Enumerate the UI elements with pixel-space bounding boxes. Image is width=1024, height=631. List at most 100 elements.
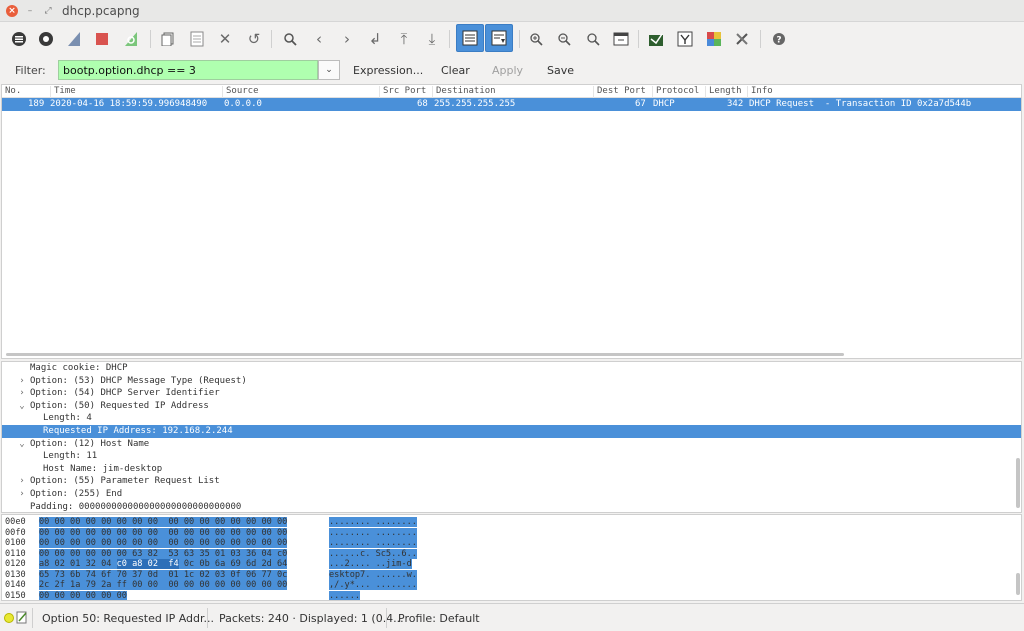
- display-filter-input[interactable]: bootp.option.dhcp == 3: [58, 60, 318, 80]
- hex-ascii: ...2.... ..jim-d: [329, 559, 412, 569]
- resize-columns-icon[interactable]: [608, 26, 634, 52]
- hex-ascii: ,/.y*... ........: [329, 580, 417, 590]
- packet-details-pane[interactable]: Magic cookie: DHCP › Option: (53) DHCP Mes…: [1, 361, 1022, 513]
- start-capture-icon[interactable]: [62, 26, 88, 52]
- details-vertical-scrollbar[interactable]: [1016, 458, 1020, 508]
- colorize-icon[interactable]: [456, 24, 484, 52]
- detail-tree-text: Option: (12) Host Name: [30, 438, 150, 449]
- edit-comment-icon[interactable]: [16, 610, 28, 627]
- hex-row[interactable]: 0110 00 00 00 00 00 00 63 82 53 63 35 01 …: [5, 548, 417, 559]
- go-forward-icon[interactable]: ›: [334, 26, 360, 52]
- detail-tree-item[interactable]: ⌄ Option: (12) Host Name: [2, 438, 1021, 451]
- close-window-button[interactable]: ×: [6, 5, 18, 17]
- column-header-time[interactable]: Time: [50, 86, 76, 98]
- expert-info-icon[interactable]: [4, 613, 14, 623]
- collapsed-chevron-icon[interactable]: ›: [17, 387, 27, 400]
- interfaces-icon[interactable]: [6, 26, 32, 52]
- save-file-icon[interactable]: [184, 26, 210, 52]
- display-filters-icon[interactable]: [672, 26, 698, 52]
- detail-tree-item[interactable]: Length: 11: [2, 450, 1021, 463]
- hex-row[interactable]: 0120 a8 02 01 32 04 c0 a8 02 f4 0c 0b 6a …: [5, 559, 412, 569]
- packet-time: 2020-04-16 18:59:59.996948490: [50, 99, 208, 109]
- detail-tree-item[interactable]: Host Name: jim-desktop: [2, 463, 1021, 476]
- close-file-icon[interactable]: ✕: [212, 26, 238, 52]
- packet-bytes-pane[interactable]: 00e0 00 00 00 00 00 00 00 00 00 00 00 00 …: [1, 514, 1022, 601]
- coloring-rules-icon[interactable]: [701, 26, 727, 52]
- detail-tree-item[interactable]: Requested IP Address: 192.168.2.244: [2, 424, 1021, 438]
- column-header-source[interactable]: Source: [222, 86, 259, 98]
- capture-options-icon[interactable]: [33, 26, 59, 52]
- detail-tree-text: Padding: 000000000000000000000000000000: [30, 501, 242, 512]
- clear-button[interactable]: Clear: [441, 64, 470, 77]
- auto-scroll-icon[interactable]: [485, 24, 513, 52]
- last-packet-icon[interactable]: ⤓: [419, 26, 445, 52]
- normal-size-icon[interactable]: [580, 26, 606, 52]
- find-packet-icon[interactable]: [277, 26, 303, 52]
- detail-tree-item[interactable]: Magic cookie: DHCP: [2, 362, 1021, 375]
- zoom-in-icon[interactable]: [523, 26, 549, 52]
- column-header-destination[interactable]: Destination: [432, 86, 496, 98]
- detail-tree-item[interactable]: › Option: (53) DHCP Message Type (Request…: [2, 375, 1021, 388]
- packet-list-pane[interactable]: No. Time Source Src Port Destination Des…: [1, 84, 1022, 359]
- capture-filters-icon[interactable]: [644, 26, 670, 52]
- restart-capture-icon[interactable]: [118, 26, 144, 52]
- stop-capture-icon[interactable]: [89, 26, 115, 52]
- packet-row[interactable]: 189 2020-04-16 18:59:59.996948490 0.0.0.…: [2, 98, 1021, 111]
- packet-source: 0.0.0.0: [224, 99, 262, 109]
- help-icon[interactable]: ?: [766, 26, 792, 52]
- hex-offset: 0110: [5, 548, 26, 559]
- detail-tree-item[interactable]: Padding: 000000000000000000000000000000: [2, 501, 1021, 512]
- detail-tree-item[interactable]: Length: 4: [2, 412, 1021, 425]
- hex-bytes: 00 00 00 00 00 00 63 82 53 63 35 01 03 3…: [39, 548, 288, 559]
- packet-dest-port: 67: [635, 99, 646, 109]
- detail-tree-item[interactable]: › Option: (255) End: [2, 488, 1021, 501]
- hex-ascii: ........ ........: [329, 538, 417, 548]
- column-header-info[interactable]: Info: [747, 86, 773, 98]
- detail-tree-item[interactable]: › Option: (55) Parameter Request List: [2, 475, 1021, 488]
- hex-row[interactable]: 0150 00 00 00 00 00 00......: [5, 590, 361, 601]
- hex-offset: 0150: [5, 590, 26, 601]
- hex-row[interactable]: 0140 2c 2f 1a 79 2a ff 00 00 00 00 00 00 …: [5, 580, 417, 590]
- hex-bytes: 00 00 00 00 00 00 00 00 00 00 00 00 00 0…: [39, 538, 288, 548]
- first-packet-icon[interactable]: ⤒: [391, 26, 417, 52]
- bytes-vertical-scrollbar[interactable]: [1016, 573, 1020, 595]
- column-header-dest-port[interactable]: Dest Port: [593, 86, 646, 98]
- column-header-no[interactable]: No.: [2, 86, 21, 98]
- column-header-src-port[interactable]: Src Port: [379, 86, 426, 98]
- expanded-chevron-icon[interactable]: ⌄: [17, 400, 27, 413]
- svg-text:?: ?: [776, 36, 781, 46]
- expression-button[interactable]: Expression...: [353, 64, 423, 77]
- hex-row[interactable]: 00f0 00 00 00 00 00 00 00 00 00 00 00 00 …: [5, 527, 417, 538]
- collapsed-chevron-icon[interactable]: ›: [17, 375, 27, 388]
- expanded-chevron-icon[interactable]: ⌄: [17, 438, 27, 451]
- maximize-window-button[interactable]: ⤢: [42, 5, 54, 17]
- open-file-icon[interactable]: [155, 26, 181, 52]
- preferences-icon[interactable]: [729, 26, 755, 52]
- detail-tree-item[interactable]: › Option: (54) DHCP Server Identifier: [2, 387, 1021, 400]
- packet-list-header: No. Time Source Src Port Destination Des…: [2, 85, 1021, 98]
- column-header-length[interactable]: Length: [705, 86, 742, 98]
- hex-row[interactable]: 0130 65 73 6b 74 6f 70 37 0d 01 1c 02 03 …: [5, 569, 417, 580]
- hex-offset: 0100: [5, 538, 26, 548]
- hex-bytes: 0c 0b 6a 69 6d 2d 64: [178, 559, 288, 569]
- hex-row[interactable]: 00e0 00 00 00 00 00 00 00 00 00 00 00 00 …: [5, 517, 417, 527]
- collapsed-chevron-icon[interactable]: ›: [17, 488, 27, 501]
- title-bar: × – ⤢ dhcp.pcapng: [0, 0, 1024, 22]
- save-filter-button[interactable]: Save: [547, 64, 574, 77]
- minimize-window-button[interactable]: –: [24, 5, 36, 17]
- status-profile[interactable]: Profile: Default: [398, 612, 480, 625]
- packet-no: 189: [28, 99, 45, 109]
- go-to-packet-icon[interactable]: ↲: [362, 26, 388, 52]
- detail-tree-item[interactable]: ⌄ Option: (50) Requested IP Address: [2, 400, 1021, 413]
- go-back-icon[interactable]: ‹: [306, 26, 332, 52]
- window-title: dhcp.pcapng: [62, 4, 140, 18]
- packet-list-horizontal-scrollbar[interactable]: [6, 353, 844, 356]
- column-header-protocol[interactable]: Protocol: [652, 86, 699, 98]
- zoom-out-icon[interactable]: [551, 26, 577, 52]
- hex-row[interactable]: 0100 00 00 00 00 00 00 00 00 00 00 00 00 …: [5, 538, 417, 548]
- filter-dropdown-button[interactable]: ⌄: [318, 60, 340, 80]
- collapsed-chevron-icon[interactable]: ›: [17, 475, 27, 488]
- apply-button[interactable]: Apply: [492, 64, 523, 77]
- detail-tree-text: Length: 4: [43, 413, 92, 424]
- reload-icon[interactable]: ↺: [241, 26, 267, 52]
